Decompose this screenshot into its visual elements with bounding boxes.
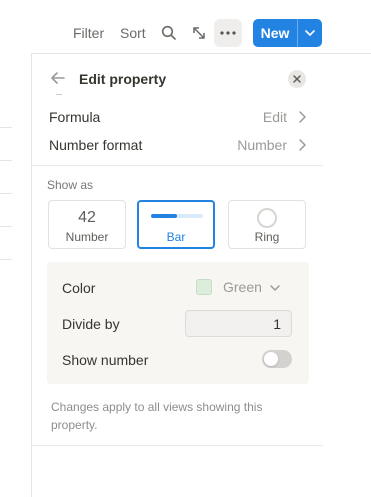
number-format-row[interactable]: Number format Number <box>49 134 307 156</box>
chevron-right-icon <box>297 138 307 152</box>
table-row-divider <box>0 259 12 260</box>
bar-preview-fill <box>151 214 177 218</box>
option-label: Ring <box>254 230 280 244</box>
ring-preview-icon <box>257 208 277 228</box>
bar-settings: Color Green Divide by Show number <box>47 262 309 384</box>
option-label: Number <box>65 230 109 244</box>
edit-property-panel: Edit property Formula Edit Number format… <box>31 53 371 497</box>
chevron-down-icon[interactable] <box>269 281 281 293</box>
section-divider <box>32 445 323 446</box>
show-number-label: Show number <box>62 352 149 368</box>
table-row-divider <box>0 160 12 161</box>
formula-row[interactable]: Formula Edit <box>49 106 307 128</box>
show-number-toggle[interactable] <box>262 350 292 368</box>
table-row-divider <box>0 127 12 128</box>
section-divider <box>32 165 323 166</box>
bar-preview-track <box>151 214 203 218</box>
number-preview: 42 <box>78 209 96 226</box>
divide-by-label: Divide by <box>62 316 120 332</box>
new-button-group: New <box>253 19 322 47</box>
color-label: Color <box>62 280 96 296</box>
search-icon[interactable] <box>158 22 180 44</box>
expand-icon[interactable] <box>188 22 210 44</box>
show-as-option-bar[interactable]: Bar <box>137 200 215 249</box>
filter-button[interactable]: Filter <box>73 25 104 41</box>
sort-button[interactable]: Sort <box>120 25 146 41</box>
formula-value: Edit <box>262 109 287 125</box>
more-options-button[interactable] <box>214 19 242 47</box>
chevron-right-icon <box>297 110 307 124</box>
color-swatch[interactable] <box>196 279 212 295</box>
show-as-option-ring[interactable]: Ring <box>228 200 306 249</box>
close-button[interactable] <box>288 70 306 88</box>
chevron-down-icon <box>305 30 315 36</box>
more-horizontal-icon <box>220 31 236 35</box>
number-format-label: Number format <box>49 137 143 153</box>
number-format-value: Number <box>237 137 287 153</box>
panel-title: Edit property <box>79 71 167 87</box>
show-as-label: Show as <box>47 178 94 192</box>
arrow-left-icon[interactable] <box>49 69 67 87</box>
option-label: Bar <box>166 230 186 244</box>
new-dropdown-button[interactable] <box>298 19 322 47</box>
table-row-divider <box>0 193 12 194</box>
show-as-option-number[interactable]: 42 Number <box>48 200 126 249</box>
divide-by-input[interactable] <box>185 310 292 337</box>
footnote: Changes apply to all views showing this … <box>51 400 263 432</box>
close-icon <box>293 75 301 83</box>
formula-label: Formula <box>49 109 101 125</box>
scroll-fade-hint <box>48 94 310 100</box>
color-value[interactable]: Green <box>223 279 262 295</box>
new-button[interactable]: New <box>253 19 297 47</box>
toggle-knob <box>264 352 278 366</box>
table-row-divider <box>0 226 12 227</box>
